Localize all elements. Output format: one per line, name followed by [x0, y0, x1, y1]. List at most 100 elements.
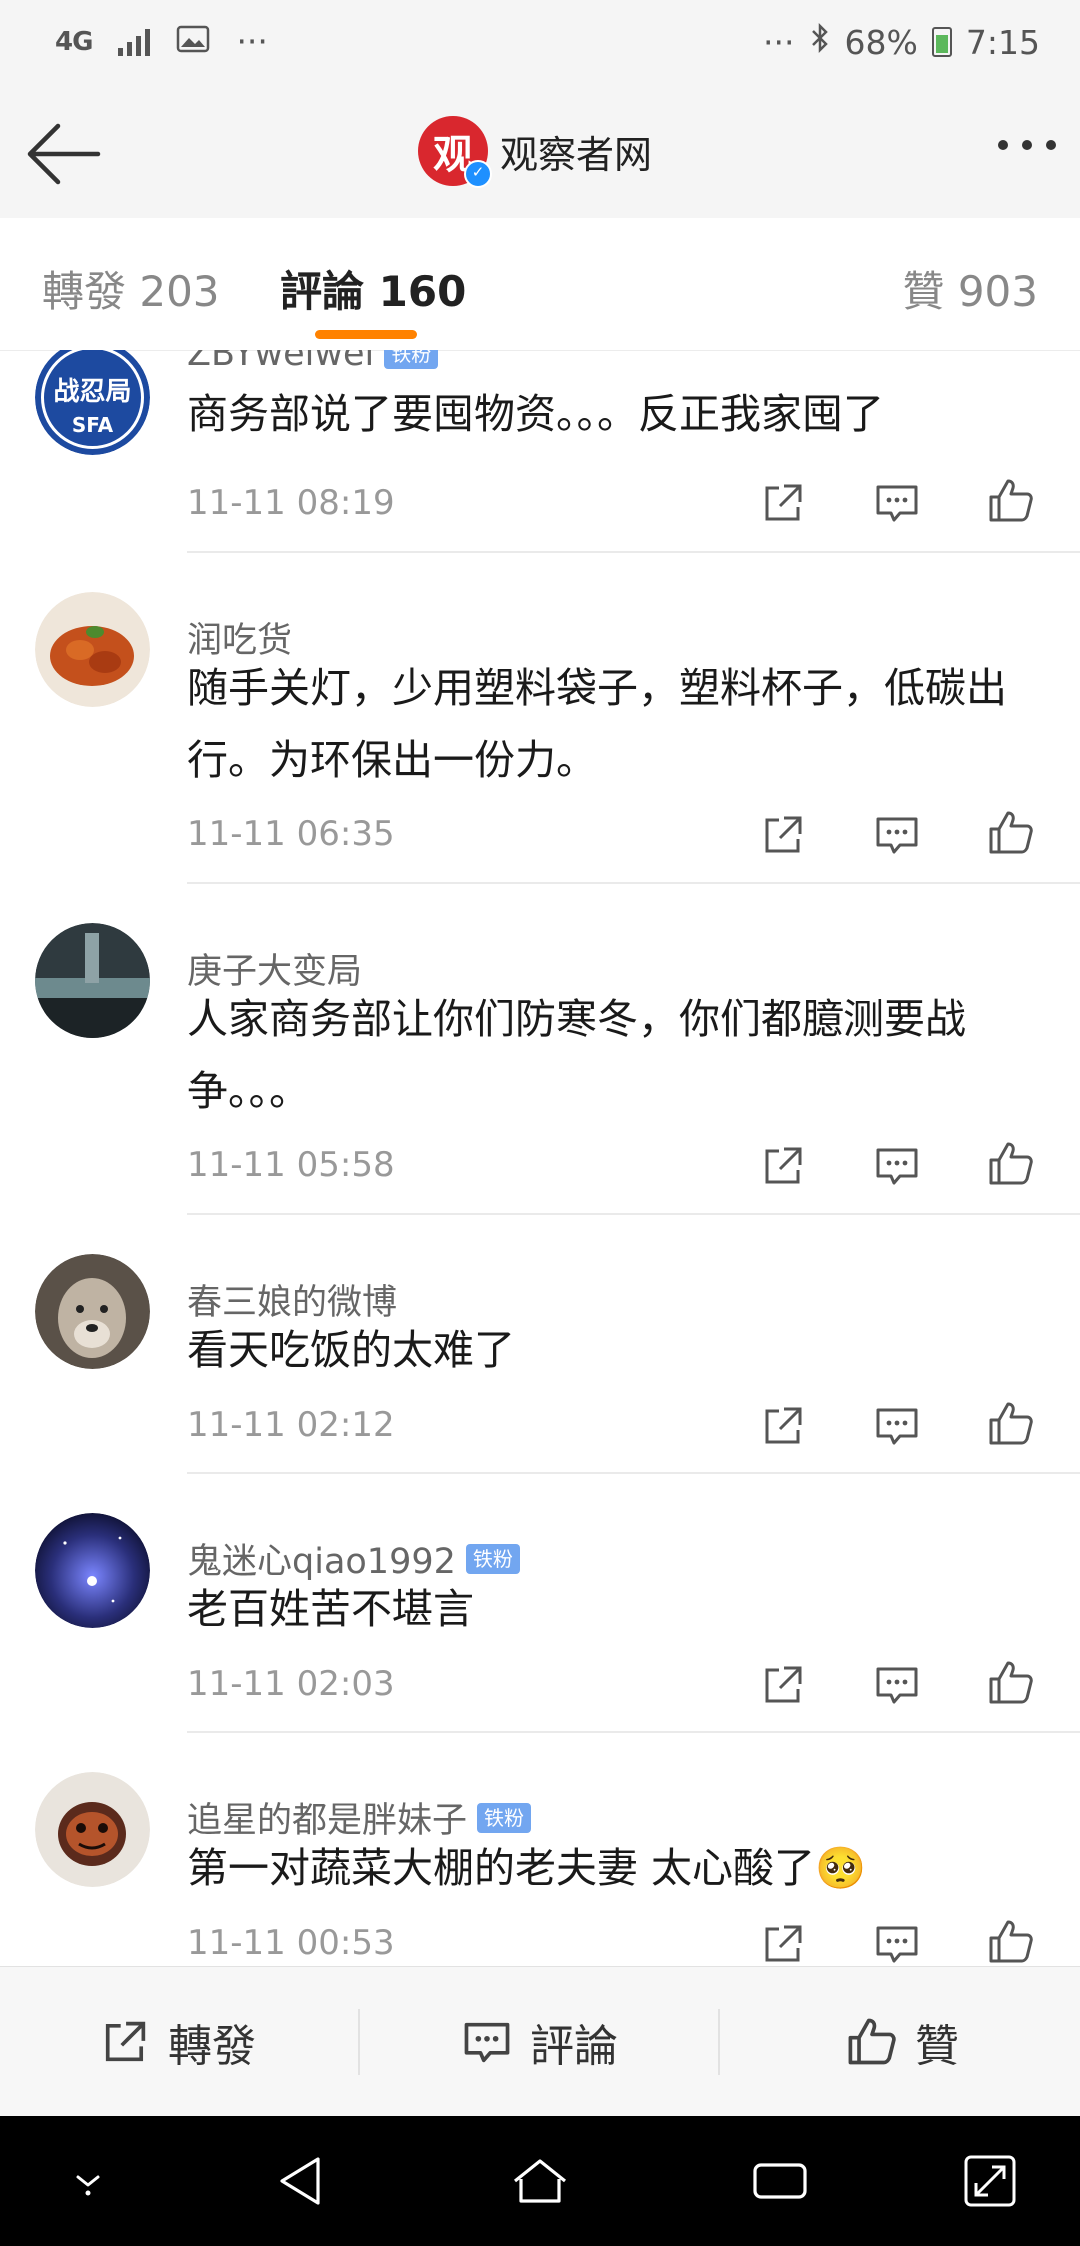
page-title: 观察者网	[500, 132, 653, 177]
comment-time: 11-11 05:58	[187, 1145, 395, 1185]
thumbs-up-icon	[989, 1920, 1033, 1963]
account-header[interactable]: 观 ✓ 观察者网	[418, 116, 653, 188]
comment-action[interactable]	[872, 1919, 922, 1966]
tab-reposts[interactable]: 轉發 203	[42, 258, 220, 319]
share-icon	[765, 1147, 802, 1184]
repost-label: 轉發	[168, 2021, 256, 2072]
share-icon	[105, 2021, 146, 2062]
expand-icon	[964, 2155, 1016, 2207]
divider	[358, 2009, 360, 2075]
signal-icon	[118, 28, 151, 56]
separator	[187, 1472, 1080, 1474]
comment-icon	[464, 2022, 510, 2063]
thumbs-up-icon	[989, 1402, 1033, 1445]
clock: 7:15	[965, 22, 1040, 62]
like-action[interactable]	[986, 476, 1036, 526]
like-action[interactable]	[986, 1139, 1036, 1189]
comment-action[interactable]	[872, 478, 922, 528]
comment-username[interactable]: ZBYweiwei 铁粉	[187, 350, 439, 374]
back-arrow-icon	[27, 123, 101, 185]
repost-action[interactable]	[758, 1401, 808, 1451]
home-icon	[514, 2159, 566, 2203]
home-button[interactable]	[510, 2151, 570, 2211]
comment-icon	[876, 1408, 918, 1445]
battery-percent: 68%	[844, 22, 918, 62]
comment-time: 11-11 00:53	[187, 1923, 395, 1963]
tab-bar: 轉發 203 評論 160 贊 903	[0, 218, 1080, 351]
status-bar: 4G ··· ··· 68% 7:15	[0, 0, 1080, 90]
share-icon	[765, 1925, 802, 1962]
comment-action[interactable]	[872, 1660, 922, 1710]
share-icon	[765, 484, 802, 521]
hide-keyboard-button[interactable]	[58, 2151, 118, 2211]
bottom-action-bar: 轉發 評論 贊	[0, 1966, 1080, 2117]
divider	[718, 2009, 720, 2075]
share-icon	[765, 1666, 802, 1703]
avatar[interactable]	[35, 923, 150, 1038]
more-notifications: ···	[236, 22, 268, 61]
avatar[interactable]	[35, 592, 150, 707]
separator	[187, 1213, 1080, 1215]
comment-button[interactable]: 評論	[460, 1967, 1080, 2117]
tab-comments[interactable]: 評論 160	[280, 258, 466, 319]
recent-apps-button[interactable]	[750, 2151, 810, 2211]
system-back-button[interactable]	[272, 2151, 332, 2211]
repost-action[interactable]	[758, 1919, 808, 1966]
comment-icon	[876, 1667, 918, 1704]
comment-icon	[876, 1926, 918, 1963]
bluetooth-icon	[809, 22, 831, 62]
comment-icon	[876, 1148, 918, 1185]
comment-icon	[876, 817, 918, 854]
comment-text: 商务部说了要囤物资。。。反正我家囤了	[187, 390, 884, 438]
thumbs-up-icon	[989, 1142, 1033, 1185]
comment-action[interactable]	[872, 810, 922, 860]
repost-action[interactable]	[758, 478, 808, 528]
share-icon	[765, 1407, 802, 1444]
recent-apps-icon	[753, 2163, 807, 2199]
comment-time: 11-11 06:35	[187, 814, 395, 854]
repost-button[interactable]: 轉發	[98, 1967, 256, 2117]
thumbs-up-icon	[989, 479, 1033, 522]
avatar[interactable]: 战忍局 SFA	[35, 350, 150, 455]
repost-action[interactable]	[758, 810, 808, 860]
tab-likes[interactable]: 贊 903	[902, 258, 1038, 319]
separator	[187, 882, 1080, 884]
comment-action[interactable]	[872, 1141, 922, 1191]
like-button[interactable]: 贊	[845, 1967, 959, 2117]
thumbs-up-icon	[848, 2018, 896, 2065]
like-action[interactable]	[986, 808, 1036, 858]
comments-list[interactable]: 战忍局 SFA ZBYweiwei 铁粉 商务部说了要囤物资。。。反正我家囤了 …	[0, 350, 1080, 1966]
back-button[interactable]	[24, 118, 104, 190]
comment-text: 老百姓苦不堪言	[187, 1585, 474, 1633]
active-tab-indicator	[315, 330, 417, 339]
repost-action[interactable]	[758, 1660, 808, 1710]
comment-action[interactable]	[872, 1401, 922, 1451]
like-action[interactable]	[986, 1399, 1036, 1449]
verified-icon: ✓	[464, 160, 492, 188]
svg-text:战忍局: 战忍局	[53, 377, 131, 407]
repost-action[interactable]	[758, 1141, 808, 1191]
rotate-button[interactable]	[960, 2151, 1020, 2211]
chevron-down-icon	[76, 2175, 100, 2196]
avatar[interactable]	[35, 1772, 150, 1887]
triangle-back-icon	[280, 2157, 320, 2205]
system-navigation-bar	[0, 2116, 1080, 2246]
like-action[interactable]	[986, 1917, 1036, 1966]
comment-text: 随手关灯，少用塑料袋子，塑料杯子，低碳出行。为环保出一份力。	[187, 664, 1007, 784]
comment-text: 看天吃饭的太难了	[187, 1326, 515, 1374]
top-nav-bar: 观 ✓ 观察者网	[0, 90, 1080, 219]
svg-text:SFA: SFA	[72, 413, 114, 437]
share-icon	[765, 816, 802, 853]
avatar[interactable]	[35, 1254, 150, 1369]
image-notification-icon	[176, 22, 210, 61]
comment-time: 11-11 08:19	[187, 483, 395, 523]
like-action[interactable]	[986, 1658, 1036, 1708]
fan-badge: 铁粉	[477, 1802, 532, 1833]
more-options-button[interactable]	[998, 140, 1056, 150]
comment-text: 人家商务部让你们防寒冬，你们都臆测要战争。。。	[187, 995, 966, 1115]
avatar[interactable]	[35, 1513, 150, 1628]
thumbs-up-icon	[989, 811, 1033, 854]
battery-icon	[931, 27, 952, 57]
fan-badge: 铁粉	[384, 350, 439, 369]
separator	[187, 1731, 1080, 1733]
